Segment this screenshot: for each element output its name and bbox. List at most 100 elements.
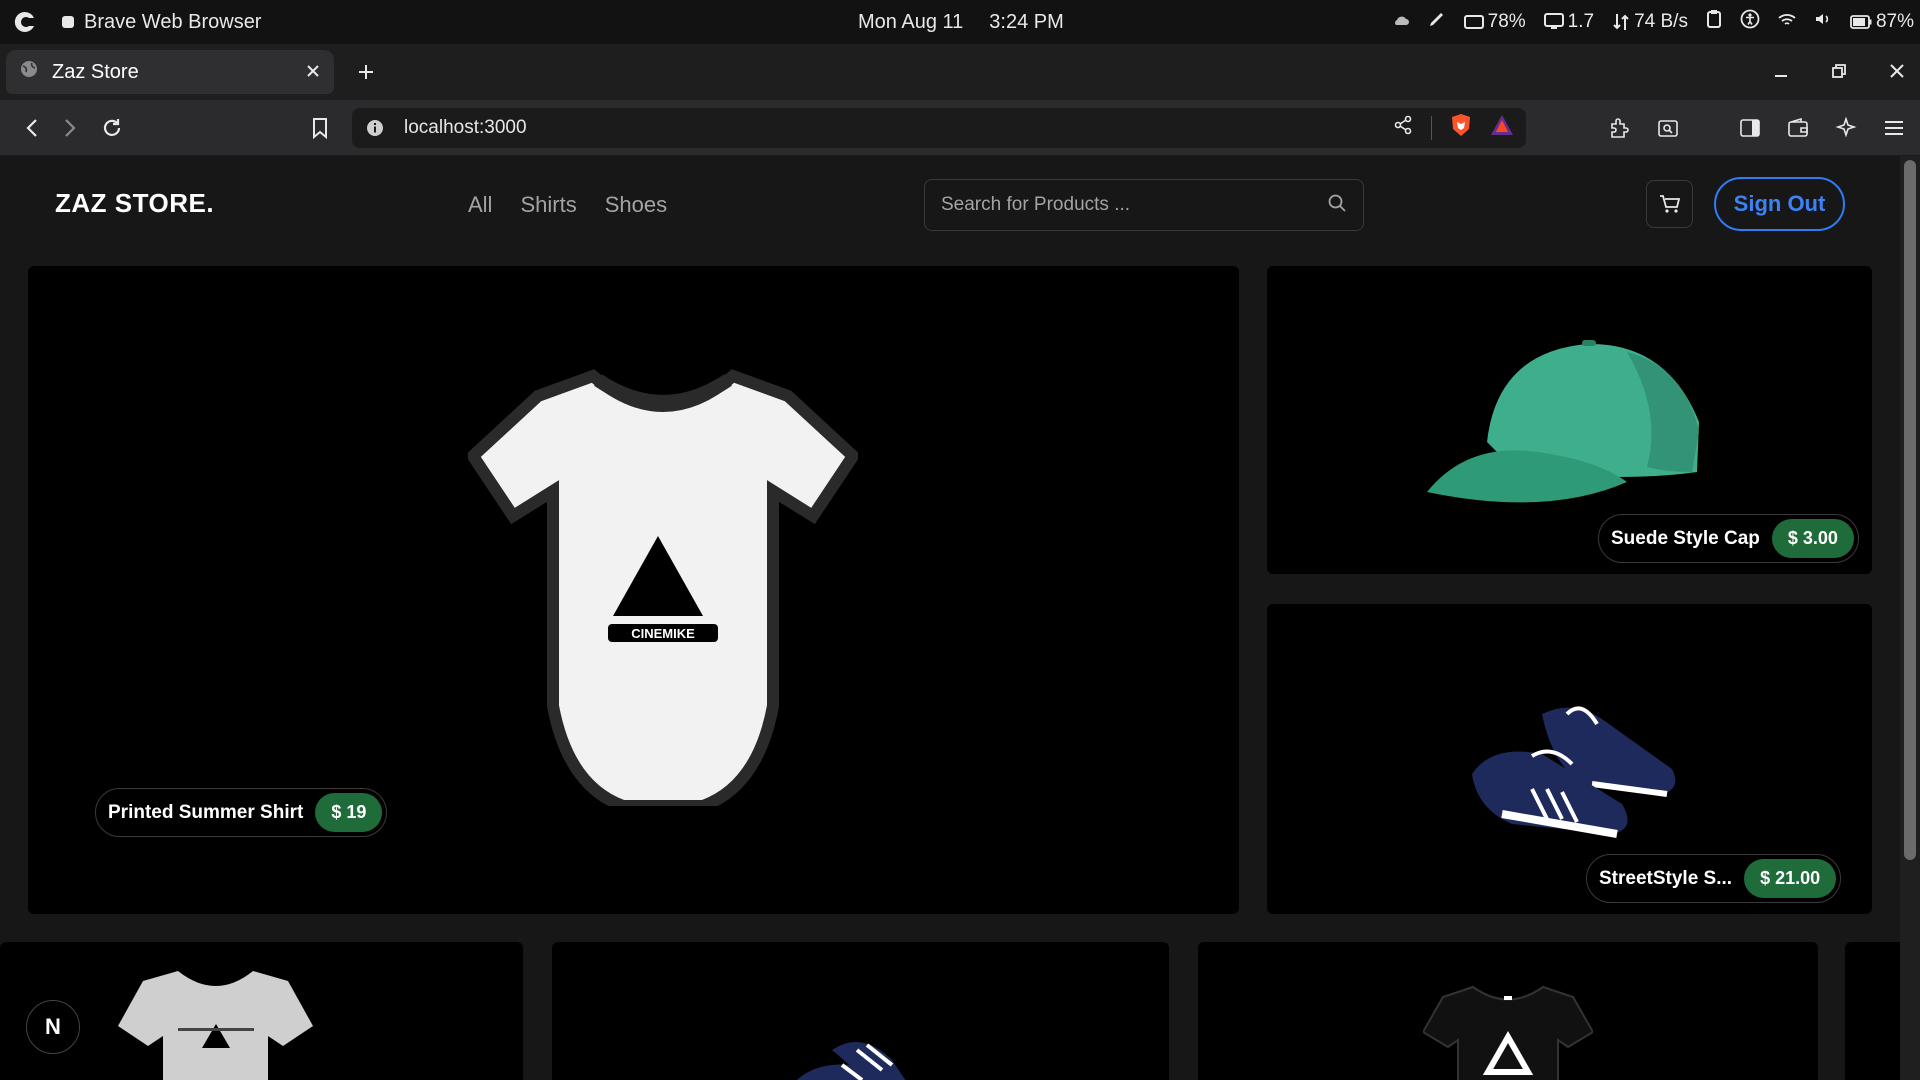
product-search bbox=[924, 179, 1364, 231]
product-label: StreetStyle S... $ 21.00 bbox=[1586, 854, 1842, 903]
nextjs-dev-indicator[interactable]: N bbox=[26, 1000, 80, 1054]
product-price: $ 19 bbox=[315, 793, 383, 832]
page-viewport: ZAZ STORE. All Shirts Shoes Sign Out CIN… bbox=[0, 156, 1900, 1080]
url-text[interactable]: localhost:3000 bbox=[404, 117, 1393, 139]
bookmark-button[interactable] bbox=[306, 114, 334, 142]
minimize-icon bbox=[1775, 75, 1787, 77]
clock[interactable]: Mon Aug 11 3:24 PM bbox=[858, 0, 1064, 44]
scrollbar-thumb[interactable] bbox=[1904, 160, 1916, 860]
baby-bodysuit-image: CINEMIKE bbox=[468, 369, 858, 806]
sidebar-toggle-icon[interactable] bbox=[1736, 114, 1764, 142]
product-card-shoes[interactable]: StreetStyle S... $ 21.00 bbox=[1267, 604, 1872, 914]
os-top-bar: Brave Web Browser Mon Aug 11 3:24 PM 78%… bbox=[0, 0, 1920, 44]
product-price: $ 21.00 bbox=[1744, 859, 1837, 898]
product-name: StreetStyle S... bbox=[1599, 867, 1733, 889]
extensions-icon[interactable] bbox=[1606, 114, 1634, 142]
close-tab-icon[interactable] bbox=[306, 61, 320, 84]
clock-date: Mon Aug 11 bbox=[858, 10, 964, 33]
cloud-icon[interactable] bbox=[1392, 11, 1410, 33]
site-info-icon[interactable] bbox=[364, 117, 386, 139]
monitor-icon bbox=[1543, 13, 1564, 29]
cpu-load-value: 1.7 bbox=[1567, 11, 1595, 32]
active-app[interactable]: Brave Web Browser bbox=[60, 11, 261, 34]
sneakers-image bbox=[796, 1042, 906, 1080]
product-card-sneakers-2[interactable] bbox=[552, 942, 1169, 1080]
black-bodysuit-image bbox=[1423, 985, 1593, 1080]
product-card-cap[interactable]: Suede Style Cap $ 3.00 bbox=[1267, 266, 1872, 574]
share-icon[interactable] bbox=[1393, 115, 1413, 141]
product-label: Printed Summer Shirt $ 19 bbox=[95, 788, 388, 837]
product-name: Printed Summer Shirt bbox=[108, 801, 304, 823]
os-menu-icon[interactable] bbox=[12, 9, 38, 35]
nav-link-shirts[interactable]: Shirts bbox=[520, 192, 576, 218]
menu-icon[interactable] bbox=[1880, 114, 1908, 142]
sneakers-image bbox=[1472, 706, 1676, 838]
arrow-right-icon bbox=[65, 119, 76, 137]
bookmark-icon bbox=[313, 118, 327, 139]
forward-button[interactable] bbox=[56, 114, 84, 142]
battery-icon bbox=[1850, 15, 1872, 29]
device-battery-value: 78% bbox=[1487, 11, 1526, 32]
network-speed[interactable]: 74 B/s bbox=[1612, 11, 1688, 33]
product-card-hero[interactable]: CINEMIKE Printed Summer Shirt $ 19 bbox=[28, 266, 1239, 914]
back-button[interactable] bbox=[18, 114, 46, 142]
device-battery[interactable]: 78% bbox=[1463, 11, 1526, 33]
globe-icon bbox=[20, 60, 38, 84]
minimize-window-button[interactable] bbox=[1766, 56, 1796, 86]
divider bbox=[1431, 116, 1432, 140]
wifi-icon[interactable] bbox=[1778, 11, 1796, 33]
product-card-partial[interactable] bbox=[1845, 942, 1900, 1080]
grey-bodysuit-image bbox=[118, 971, 313, 1080]
search-input[interactable] bbox=[941, 194, 1327, 216]
tab-title: Zaz Store bbox=[52, 60, 139, 83]
site-header: ZAZ STORE. All Shirts Shoes Sign Out bbox=[0, 156, 1900, 252]
cart-button[interactable] bbox=[1646, 180, 1693, 228]
tab-search-icon[interactable] bbox=[1654, 114, 1682, 142]
brave-app-icon bbox=[62, 16, 74, 28]
keyboard-battery-icon bbox=[1463, 15, 1484, 29]
brave-shields-icon[interactable] bbox=[1450, 113, 1472, 143]
active-app-name: Brave Web Browser bbox=[84, 10, 262, 33]
close-window-button[interactable] bbox=[1882, 56, 1912, 86]
cart-icon bbox=[1659, 195, 1680, 213]
nav-link-shoes[interactable]: Shoes bbox=[605, 192, 667, 218]
new-tab-button[interactable] bbox=[352, 58, 380, 86]
restore-window-button[interactable] bbox=[1824, 56, 1854, 86]
trucker-cap-image bbox=[1427, 340, 1699, 503]
store-logo[interactable]: ZAZ STORE. bbox=[55, 188, 214, 219]
product-card-grey-bodysuit[interactable] bbox=[0, 942, 523, 1080]
reload-icon bbox=[103, 119, 121, 136]
tab-zaz-store[interactable]: Zaz Store bbox=[6, 50, 334, 94]
cpu-load[interactable]: 1.7 bbox=[1543, 11, 1595, 33]
wallet-icon[interactable] bbox=[1784, 114, 1812, 142]
browser-toolbar: localhost:3000 bbox=[0, 100, 1920, 156]
divider bbox=[1702, 114, 1716, 142]
close-icon bbox=[1890, 64, 1904, 78]
clipboard-icon[interactable] bbox=[1706, 9, 1722, 35]
svg-text:CINEMIKE: CINEMIKE bbox=[631, 626, 695, 641]
leo-ai-icon[interactable] bbox=[1832, 114, 1860, 142]
accessibility-icon[interactable] bbox=[1740, 9, 1760, 35]
product-card-black-bodysuit[interactable] bbox=[1198, 942, 1818, 1080]
arrow-left-icon bbox=[26, 119, 37, 137]
brave-rewards-icon[interactable] bbox=[1490, 114, 1514, 142]
search-icon[interactable] bbox=[1327, 193, 1347, 218]
pen-icon[interactable] bbox=[1428, 10, 1446, 34]
network-speed-value: 74 B/s bbox=[1634, 11, 1688, 32]
product-price: $ 3.00 bbox=[1771, 519, 1854, 558]
dev-badge-label: N bbox=[45, 1014, 61, 1039]
category-nav: All Shirts Shoes bbox=[468, 192, 667, 218]
volume-icon[interactable] bbox=[1814, 11, 1832, 33]
plus-icon bbox=[359, 65, 373, 79]
reload-button[interactable] bbox=[98, 114, 126, 142]
address-bar[interactable]: localhost:3000 bbox=[352, 108, 1526, 148]
main-battery[interactable]: 87% bbox=[1850, 11, 1914, 33]
tab-strip: Zaz Store bbox=[0, 44, 1920, 100]
network-arrows-icon bbox=[1613, 14, 1629, 30]
page-scrollbar[interactable] bbox=[1900, 156, 1920, 1080]
clock-time: 3:24 PM bbox=[989, 10, 1064, 33]
product-label: Suede Style Cap $ 3.00 bbox=[1598, 514, 1859, 563]
nav-link-all[interactable]: All bbox=[468, 192, 492, 218]
sign-out-button[interactable]: Sign Out bbox=[1714, 177, 1845, 231]
restore-icon bbox=[1832, 64, 1846, 78]
